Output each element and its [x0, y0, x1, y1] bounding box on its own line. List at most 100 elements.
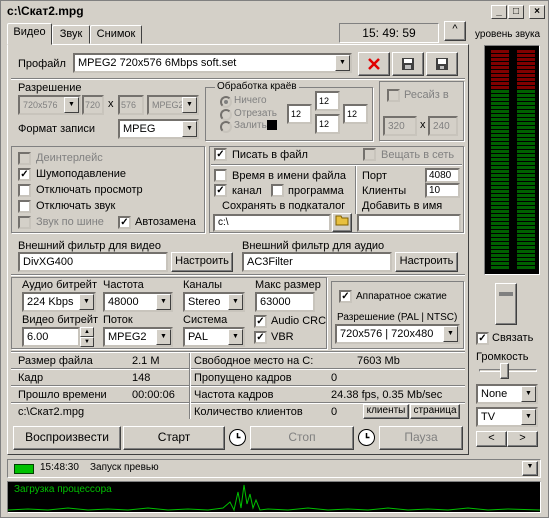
- standard-combo[interactable]: MPEG2 ▼: [147, 95, 199, 115]
- bus-sound-checkbox[interactable]: [18, 216, 31, 229]
- clients-field[interactable]: 10: [425, 183, 460, 198]
- channels-value: Stereo: [188, 296, 221, 308]
- autoreplace-checkbox[interactable]: ✓: [118, 216, 131, 229]
- system-combo[interactable]: PAL ▼: [183, 327, 245, 347]
- clock-icon: [236, 433, 241, 439]
- resolution-preset-combo[interactable]: 720x576 ▼: [18, 95, 81, 115]
- edge-left-field[interactable]: 12: [287, 104, 312, 124]
- level-meter: [484, 45, 540, 275]
- source-combo-value: TV: [481, 411, 496, 423]
- input-combo[interactable]: None ▼: [476, 384, 538, 404]
- delete-icon: [368, 58, 380, 70]
- resize-width-field[interactable]: 320: [383, 116, 417, 136]
- start-timer-icon[interactable]: [229, 429, 246, 446]
- save-subdir-label: Сохранять в подкаталог: [222, 200, 346, 212]
- status-bar: 15:48:30 Запуск превью ▼: [7, 459, 541, 478]
- audio-crc-checkbox[interactable]: ✓: [254, 315, 267, 328]
- next-button[interactable]: >: [507, 431, 538, 447]
- stop-button[interactable]: Стоп: [250, 426, 354, 450]
- skipped-label: Пропущено кадров: [194, 372, 292, 384]
- status-time: 15:48:30: [40, 462, 79, 473]
- fill-color-swatch[interactable]: [267, 120, 277, 130]
- no-preview-checkbox[interactable]: [18, 184, 31, 197]
- hw-compress-checkbox[interactable]: ✓: [339, 290, 352, 303]
- collapse-button[interactable]: ^: [444, 21, 466, 41]
- hw-resolution-value: 720x576 | 720x480: [340, 328, 434, 340]
- max-size-label: Макс размер: [255, 279, 321, 291]
- system-label: Система: [183, 314, 228, 326]
- times-label: x: [108, 98, 114, 110]
- write-file-checkbox[interactable]: ✓: [214, 148, 227, 161]
- source-combo[interactable]: TV ▼: [476, 407, 538, 427]
- standard-value: MPEG2: [152, 100, 184, 110]
- start-button[interactable]: Старт: [123, 426, 225, 450]
- volume-thumb[interactable]: [500, 363, 509, 379]
- time-in-name-checkbox[interactable]: [214, 169, 227, 182]
- denoise-checkbox[interactable]: ✓: [18, 168, 31, 181]
- resize-height-field[interactable]: 240: [428, 116, 458, 136]
- name-suffix-field[interactable]: [357, 214, 461, 232]
- broadcast-label: Вещать в сеть: [381, 149, 455, 161]
- height-field[interactable]: 576: [118, 95, 144, 115]
- chevron-down-icon: ▼: [443, 326, 458, 342]
- stop-timer-icon[interactable]: [358, 429, 375, 446]
- edge-top-field[interactable]: 12: [315, 91, 340, 111]
- edge-none-radio[interactable]: [220, 96, 232, 108]
- tab-sound[interactable]: Звук: [52, 25, 90, 44]
- close-button[interactable]: ×: [529, 5, 545, 19]
- resize-checkbox[interactable]: [387, 89, 400, 102]
- max-size-field[interactable]: 63000: [255, 292, 315, 312]
- browse-button[interactable]: [332, 213, 352, 232]
- spin-up-button[interactable]: ▲: [80, 327, 94, 337]
- minimize-button[interactable]: _: [491, 5, 507, 19]
- spin-down-button[interactable]: ▼: [80, 337, 94, 347]
- pause-button[interactable]: Пауза: [379, 426, 463, 450]
- edge-bottom-field[interactable]: 12: [315, 114, 340, 134]
- clients-button[interactable]: клиенты: [363, 404, 409, 419]
- channel-checkbox[interactable]: ✓: [214, 184, 227, 197]
- client-count-label: Количество клиентов: [194, 406, 303, 418]
- resolution-preset-value: 720x576: [23, 100, 58, 110]
- channels-combo[interactable]: Stereo ▼: [183, 292, 245, 312]
- vbr-checkbox[interactable]: ✓: [254, 331, 267, 344]
- hw-resolution-combo[interactable]: 720x576 | 720x480 ▼: [335, 324, 460, 344]
- stream-combo[interactable]: MPEG2 ▼: [103, 327, 173, 347]
- profile-combo[interactable]: MPEG2 720x576 6Mbps soft.set ▼: [73, 53, 352, 73]
- video-filter-field[interactable]: DivXG400: [18, 252, 168, 272]
- edge-right-field[interactable]: 12: [343, 104, 368, 124]
- edge-fill-radio[interactable]: [220, 121, 232, 133]
- video-filter-configure-button[interactable]: Настроить: [171, 252, 233, 272]
- width-field[interactable]: 720: [82, 95, 104, 115]
- play-button[interactable]: Воспроизвести: [13, 426, 121, 450]
- path-field[interactable]: c:\: [213, 214, 331, 232]
- save-profile-button[interactable]: [426, 52, 458, 76]
- tab-snapshot[interactable]: Снимок: [90, 25, 142, 44]
- deinterlace-checkbox[interactable]: [18, 152, 31, 165]
- record-format-combo[interactable]: MPEG ▼: [118, 119, 199, 139]
- profile-value: MPEG2 720x576 6Mbps soft.set: [78, 57, 237, 69]
- disk-icon: [436, 58, 448, 70]
- no-sound-checkbox[interactable]: [18, 200, 31, 213]
- status-dropdown-button[interactable]: ▼: [522, 461, 538, 476]
- freq-combo[interactable]: 48000 ▼: [103, 292, 173, 312]
- tab-video[interactable]: Видео: [7, 23, 52, 45]
- audio-filter-configure-button[interactable]: Настроить: [395, 252, 458, 272]
- link-checkbox[interactable]: ✓: [476, 332, 489, 345]
- program-checkbox[interactable]: [271, 184, 284, 197]
- video-bitrate-field[interactable]: 6.00: [22, 327, 80, 347]
- delete-profile-button[interactable]: [358, 52, 390, 76]
- audio-bitrate-combo[interactable]: 224 Kbps ▼: [22, 292, 96, 312]
- level-slider-thumb[interactable]: [495, 283, 517, 325]
- port-field[interactable]: 4080: [425, 168, 460, 183]
- audio-filter-field[interactable]: AC3Filter: [242, 252, 392, 272]
- broadcast-checkbox[interactable]: [363, 148, 376, 161]
- chevron-down-icon: ▼: [521, 386, 536, 402]
- page-button[interactable]: страница: [410, 404, 460, 419]
- edge-cut-label: Отрезать: [234, 108, 277, 119]
- prev-button[interactable]: <: [476, 431, 507, 447]
- maximize-button[interactable]: □: [508, 5, 524, 19]
- save-as-profile-button[interactable]: [392, 52, 424, 76]
- program-label: программа: [288, 185, 344, 197]
- no-preview-label: Отключать просмотр: [36, 184, 143, 196]
- edge-cut-radio[interactable]: [220, 109, 232, 121]
